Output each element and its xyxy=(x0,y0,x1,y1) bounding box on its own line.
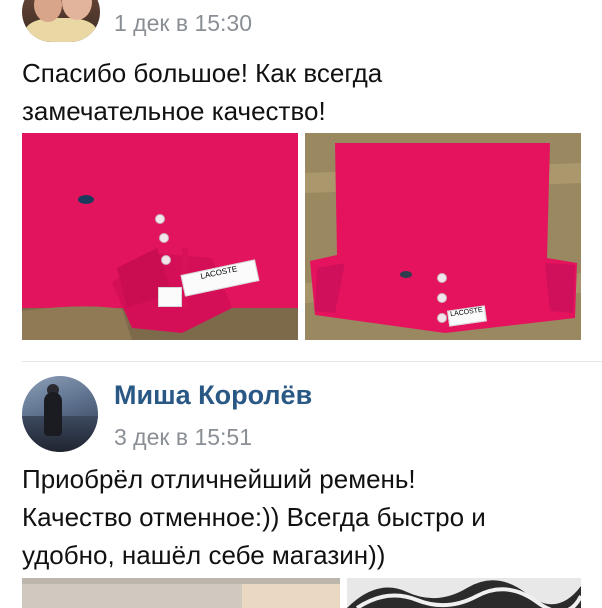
button-detail xyxy=(437,313,447,323)
post-timestamp[interactable]: 1 дек в 15:30 xyxy=(114,10,252,37)
crocodile-logo-icon xyxy=(400,271,412,278)
post-separator xyxy=(22,361,602,362)
author-avatar[interactable] xyxy=(22,0,100,42)
size-label xyxy=(158,287,182,307)
button-detail xyxy=(159,233,169,243)
button-detail xyxy=(437,293,447,303)
post-text: Приобрёл отличнейший ремень! Качество от… xyxy=(22,464,486,570)
post-photo[interactable]: LACOSTE xyxy=(22,133,298,340)
post-photo[interactable] xyxy=(22,578,340,608)
post-timestamp[interactable]: 3 дек в 15:51 xyxy=(114,424,252,451)
post-photo[interactable]: LACOSTE xyxy=(305,133,581,340)
author-name[interactable]: Миша Королёв xyxy=(114,380,312,411)
post-photo[interactable] xyxy=(347,578,581,608)
price-tag-label: LACOSTE xyxy=(449,306,484,319)
button-detail xyxy=(437,273,447,283)
post-text: Спасибо большое! Как всегда замечательно… xyxy=(22,58,383,126)
button-detail xyxy=(155,214,165,224)
button-detail xyxy=(161,255,171,265)
crocodile-logo-icon xyxy=(78,195,94,204)
author-avatar[interactable] xyxy=(22,376,98,452)
